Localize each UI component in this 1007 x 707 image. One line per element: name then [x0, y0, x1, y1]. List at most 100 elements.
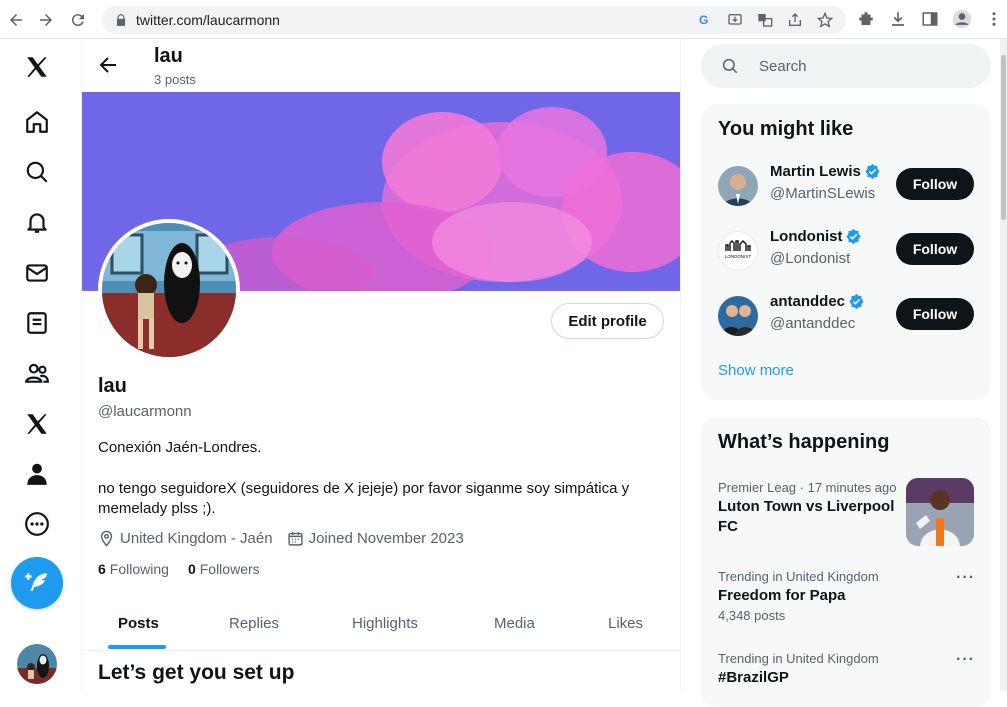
url-text: twitter.com/laucarmonn — [136, 12, 280, 28]
calendar-icon — [288, 532, 303, 546]
trend-context: Trending in United Kingdom — [718, 569, 879, 584]
trend-more-icon[interactable]: ··· — [956, 651, 975, 669]
setup-heading: Let’s get you set up — [98, 661, 295, 684]
address-bar[interactable]: twitter.com/laucarmonn G — [102, 6, 846, 34]
account-avatar[interactable] — [17, 644, 57, 684]
svg-text:G: G — [699, 13, 708, 27]
reload-icon[interactable] — [64, 6, 92, 34]
profile-icon[interactable] — [952, 9, 972, 29]
trend-item[interactable]: Trending in United Kingdom #BrazilGP — [718, 651, 978, 688]
download-icon[interactable] — [888, 9, 908, 29]
account-name: Martin Lewis — [770, 163, 861, 180]
header-profile-name: lau — [154, 45, 183, 67]
bio-line-2: no tengo seguidoreX (seguidores de X jej… — [98, 480, 630, 517]
trend-title: #BrazilGP — [718, 669, 789, 686]
account-handle: @antanddec — [770, 315, 856, 332]
browser-toolbar: twitter.com/laucarmonn G — [0, 0, 1007, 39]
bookmark-star-icon[interactable] — [816, 11, 834, 29]
compose-post-button[interactable] — [11, 557, 63, 609]
account-handle: @Londonist — [770, 250, 851, 267]
account-name: antanddec — [770, 293, 846, 310]
profile-handle: @laucarmonn — [98, 403, 192, 420]
followers-label: Followers — [199, 561, 260, 577]
account-name: Londonist — [770, 228, 843, 245]
profile-name: lau — [98, 375, 127, 397]
search-input[interactable]: Search — [701, 44, 991, 88]
trend-more-icon[interactable]: ··· — [956, 569, 975, 587]
follow-button[interactable]: Follow — [896, 233, 974, 265]
x-logo-icon[interactable] — [20, 50, 54, 84]
follow-button[interactable]: Follow — [896, 298, 974, 330]
verified-badge-icon — [846, 228, 862, 245]
forward-arrow-icon[interactable] — [32, 6, 60, 34]
feather-plus-icon — [25, 573, 47, 592]
explore-search-icon[interactable] — [20, 155, 54, 189]
tab-highlights[interactable]: Highlights — [352, 615, 418, 632]
following-count: 6 — [98, 561, 106, 577]
verified-badge-icon — [865, 163, 880, 180]
scrollbar-thumb[interactable] — [1001, 55, 1006, 220]
menu-kebab-icon[interactable] — [984, 9, 1004, 29]
google-icon[interactable]: G — [696, 11, 714, 29]
follow-counts: 6 Following 0 Followers — [98, 561, 279, 577]
profile-avatar[interactable] — [98, 219, 240, 361]
whats-happening-title: What’s happening — [718, 431, 890, 453]
who-to-follow-title: You might like — [718, 118, 854, 140]
extensions-icon[interactable] — [856, 9, 876, 29]
suggested-account-row[interactable]: LONDONIST Londonist @Londonist Follow — [718, 226, 978, 276]
suggested-account-row[interactable]: antanddec @antanddec Follow — [718, 291, 978, 341]
suggested-account-row[interactable]: Martin Lewis @MartinSLewis Follow — [718, 161, 978, 211]
londonist-logo: LONDONIST — [718, 231, 758, 271]
back-arrow-icon[interactable] — [96, 53, 120, 77]
notifications-bell-icon[interactable] — [20, 205, 54, 239]
header-post-count: 3 posts — [154, 72, 196, 87]
profile-tabs: Posts Replies Highlights Media Likes — [82, 599, 680, 651]
trend-title: Luton Town vs Liverpool FC — [718, 498, 895, 535]
trend-image[interactable] — [906, 478, 974, 546]
account-handle: @MartinSLewis — [770, 185, 876, 202]
search-icon — [722, 58, 738, 74]
more-circle-icon[interactable] — [20, 507, 54, 541]
location-text: United Kingdom - Jaén — [120, 530, 273, 547]
trend-context: Trending in United Kingdom — [718, 651, 879, 666]
followers-count: 0 — [187, 561, 196, 577]
communities-icon[interactable] — [20, 356, 54, 390]
edit-profile-button[interactable]: Edit profile — [551, 303, 664, 339]
following-label: Following — [109, 561, 169, 577]
tab-posts[interactable]: Posts — [118, 615, 159, 632]
lists-icon[interactable] — [20, 306, 54, 340]
profile-header-bar: lau 3 posts — [82, 39, 680, 92]
sidebar-nav — [0, 39, 82, 691]
show-more-link[interactable]: Show more — [718, 362, 794, 379]
translate-icon[interactable] — [756, 11, 774, 29]
tab-media[interactable]: Media — [494, 615, 535, 632]
search-placeholder: Search — [759, 57, 807, 75]
tab-likes[interactable]: Likes — [608, 615, 643, 632]
active-tab-indicator — [108, 645, 166, 649]
account-avatar — [718, 166, 758, 206]
share-icon[interactable] — [786, 11, 804, 29]
followers-link[interactable]: 0 Followers — [188, 561, 260, 577]
messages-envelope-icon[interactable] — [20, 256, 54, 290]
home-icon[interactable] — [20, 105, 54, 139]
profile-meta: United Kingdom - Jaén Joined November 20… — [98, 530, 478, 547]
follow-button[interactable]: Follow — [896, 168, 974, 200]
who-to-follow-card: You might like Martin Lewis @MartinSLewi… — [701, 104, 991, 400]
whats-happening-card: What’s happening Premier Leag · 17 minut… — [701, 417, 991, 707]
tab-replies[interactable]: Replies — [229, 615, 279, 632]
side-panel-icon[interactable] — [920, 9, 940, 29]
premium-x-icon[interactable] — [20, 407, 54, 441]
page-scrollbar[interactable] — [1000, 39, 1007, 691]
trend-item[interactable]: Trending in United Kingdom Freedom for P… — [718, 569, 978, 623]
following-link[interactable]: 6 Following — [98, 561, 169, 577]
account-avatar — [718, 296, 758, 336]
bio-line-1: Conexión Jaén-Londres. — [98, 439, 262, 456]
back-arrow-icon[interactable] — [2, 6, 30, 34]
install-app-icon[interactable] — [726, 11, 744, 29]
londonist-logo-text: LONDONIST — [725, 254, 752, 259]
trend-count: 4,348 posts — [718, 608, 786, 623]
profile-person-icon[interactable] — [20, 457, 54, 491]
lock-icon — [116, 14, 126, 26]
profile-column: lau 3 posts Edit profile lau @laucarmonn… — [82, 39, 681, 691]
trend-title: Freedom for Papa — [718, 587, 846, 604]
